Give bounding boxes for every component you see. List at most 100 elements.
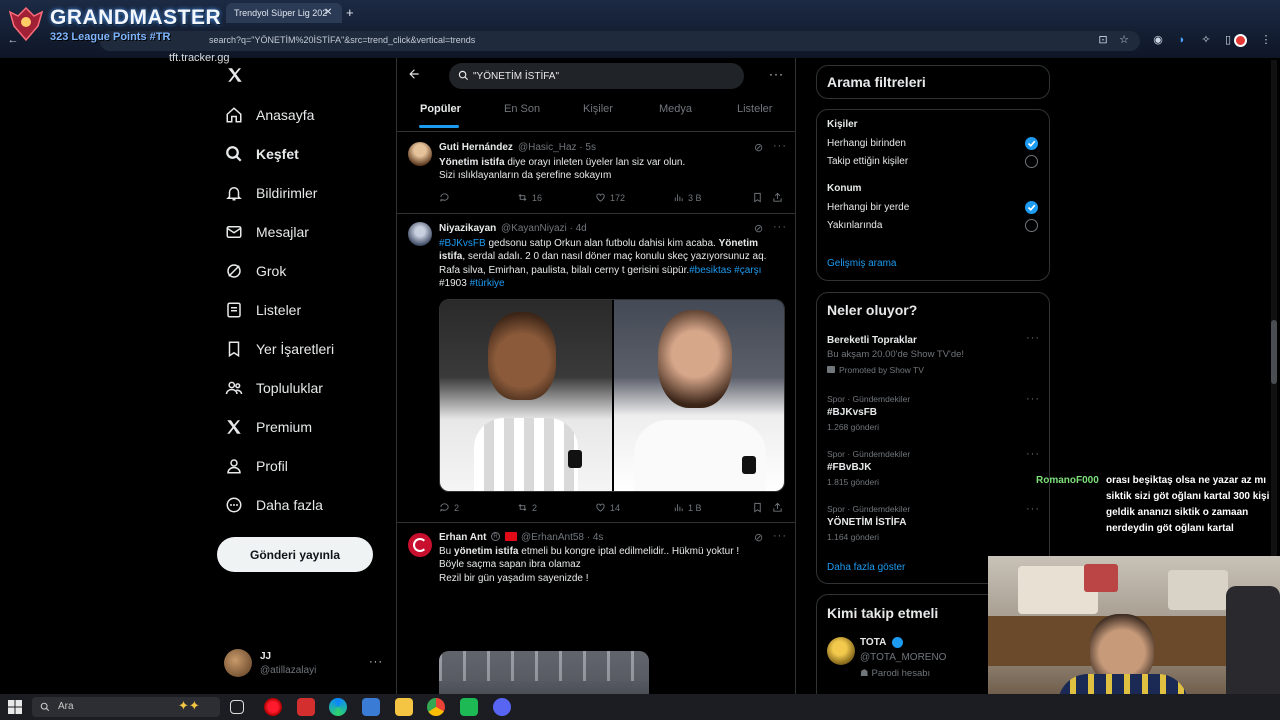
tweet-author-name[interactable]: Erhan Ant xyxy=(439,532,486,543)
hashtag-link[interactable]: #BJKvsFB xyxy=(439,238,486,249)
store-icon[interactable] xyxy=(362,698,380,716)
grok-icon[interactable]: ⊘ xyxy=(754,222,764,235)
suggested-avatar[interactable] xyxy=(827,637,855,665)
trend-more-icon[interactable]: ··· xyxy=(1026,503,1040,515)
show-more-link[interactable]: Daha fazla göster xyxy=(827,562,905,573)
file-explorer-icon[interactable] xyxy=(395,698,413,716)
reply-button[interactable]: 2 xyxy=(439,502,459,513)
sidebar-item-grok[interactable]: Grok xyxy=(224,256,286,286)
hashtag-link[interactable]: #besiktas xyxy=(689,265,731,276)
suggested-handle[interactable]: @TOTA_MORENO xyxy=(860,652,946,663)
tab-people[interactable]: Kişiler xyxy=(583,103,613,115)
share-button[interactable] xyxy=(772,192,783,203)
retweet-button[interactable]: 2 xyxy=(517,502,537,513)
retweet-button[interactable]: 16 xyxy=(517,192,542,203)
tab-close-icon[interactable]: ✕ xyxy=(324,7,332,18)
trend-name[interactable]: #FBvBJK xyxy=(827,462,871,473)
account-avatar[interactable] xyxy=(224,649,252,677)
extension-icon[interactable]: ◉ xyxy=(1151,33,1165,47)
puzzle-icon[interactable]: ✧ xyxy=(1199,33,1213,47)
tab-media[interactable]: Medya xyxy=(659,103,692,115)
x-logo-icon[interactable] xyxy=(226,66,244,84)
opera-browser-icon[interactable] xyxy=(264,698,282,716)
advanced-search-link[interactable]: Gelişmiş arama xyxy=(827,258,896,269)
media-photo[interactable] xyxy=(614,300,784,491)
taskbar-search-input[interactable]: Ara ✦✦ xyxy=(32,697,220,717)
tweet-avatar[interactable] xyxy=(408,533,432,557)
grok-icon[interactable]: ⊘ xyxy=(754,141,764,154)
sidebar-item-list[interactable]: Listeler xyxy=(224,295,301,325)
trend-more-icon[interactable]: ··· xyxy=(1026,332,1040,344)
scrollbar-thumb[interactable] xyxy=(1271,320,1277,384)
new-tab-icon[interactable]: + xyxy=(346,5,354,20)
filter-option-nearby[interactable]: Yakınlarında xyxy=(827,220,882,231)
tweet[interactable]: Guti Hernández @Hasic_Haz · 5s ⊘ ··· Yön… xyxy=(397,132,795,212)
sidebar-item-bell[interactable]: Bildirimler xyxy=(224,178,317,208)
profile-icon[interactable] xyxy=(1234,34,1247,47)
audio-icon[interactable]: ◗ xyxy=(1175,33,1189,47)
radio-checked-icon[interactable] xyxy=(1025,201,1038,214)
tweet-more-icon[interactable]: ··· xyxy=(773,221,787,233)
app-icon-green[interactable] xyxy=(460,698,478,716)
radio-unchecked-icon[interactable] xyxy=(1025,155,1038,168)
views-button[interactable]: 3 B xyxy=(673,192,702,203)
tab-popular[interactable]: Popüler xyxy=(420,103,461,115)
share-button[interactable] xyxy=(772,502,783,513)
media-photo[interactable] xyxy=(440,300,612,491)
tweet[interactable]: Erhan Ant R @ErhanAnt58 · 4s ⊘ ··· Bu yö… xyxy=(397,523,795,694)
sidebar-item-x-logo[interactable]: Premium xyxy=(224,412,312,442)
bookmark-star-icon[interactable]: ☆ xyxy=(1117,33,1131,47)
like-button[interactable]: 172 xyxy=(595,192,625,203)
sidebar-item-people[interactable]: Topluluklar xyxy=(224,373,323,403)
trend-name[interactable]: #BJKvsFB xyxy=(827,407,877,418)
post-button[interactable]: Gönderi yayınla xyxy=(217,537,373,572)
sidebar-item-search[interactable]: Keşfet xyxy=(224,139,299,169)
suggested-name[interactable]: TOTA xyxy=(860,637,886,648)
promoted-trend-name[interactable]: Bereketli Topraklar xyxy=(827,335,917,346)
sidebar-item-mail[interactable]: Mesajlar xyxy=(224,217,309,247)
trend-more-icon[interactable]: ··· xyxy=(1026,393,1040,405)
tab-latest[interactable]: En Son xyxy=(504,103,540,115)
sidebar-item-more-circle[interactable]: Daha fazla xyxy=(224,490,323,520)
radio-unchecked-icon[interactable] xyxy=(1025,219,1038,232)
tweet[interactable]: Niyazikayan @KayanNiyazi · 4d ⊘ ··· #BJK… xyxy=(397,214,795,520)
hashtag-link[interactable]: #türkiye xyxy=(470,278,505,289)
grok-icon[interactable]: ⊘ xyxy=(754,531,764,544)
tweet-author-handle[interactable]: @Hasic_Haz · 5s xyxy=(518,142,596,153)
tweet-more-icon[interactable]: ··· xyxy=(773,140,787,152)
discord-icon[interactable] xyxy=(493,698,511,716)
sidebar-item-person[interactable]: Profil xyxy=(224,451,288,481)
trend-name[interactable]: YÖNETİM İSTİFA xyxy=(827,517,906,528)
tweet-media[interactable] xyxy=(439,651,649,694)
edge-browser-icon[interactable] xyxy=(329,698,347,716)
tweet-avatar[interactable] xyxy=(408,222,432,246)
windows-start-icon[interactable] xyxy=(8,700,22,714)
filter-option-following[interactable]: Takip ettiğin kişiler xyxy=(827,156,908,167)
like-button[interactable]: 14 xyxy=(595,502,620,513)
tweet-author-name[interactable]: Guti Hernández xyxy=(439,142,513,153)
search-input[interactable]: "YÖNETİM İSTİFA" xyxy=(449,63,744,89)
tweet-author-name[interactable]: Niyazikayan xyxy=(439,223,496,234)
bookmark-button[interactable] xyxy=(752,502,763,513)
filter-option-anywhere[interactable]: Herhangi bir yerde xyxy=(827,202,909,213)
address-bar[interactable]: search?q="YÖNETİM%20İSTİFA"&src=trend_cl… xyxy=(100,31,1140,51)
filter-option-anyone[interactable]: Herhangi birinden xyxy=(827,138,906,149)
sidebar-item-home[interactable]: Anasayfa xyxy=(224,100,314,130)
tweet-author-handle[interactable]: @ErhanAnt58 · 4s xyxy=(521,532,603,543)
trend-more-icon[interactable]: ··· xyxy=(1026,448,1040,460)
menu-icon[interactable]: ⋮ xyxy=(1259,33,1273,47)
radio-checked-icon[interactable] xyxy=(1025,137,1038,150)
tweet-media[interactable] xyxy=(439,299,785,492)
views-button[interactable]: 1 B xyxy=(673,502,702,513)
search-options-icon[interactable]: ··· xyxy=(769,67,784,81)
reply-button[interactable] xyxy=(439,192,454,203)
tweet-author-handle[interactable]: @KayanNiyazi · 4d xyxy=(501,223,587,234)
sidebar-icon[interactable]: ▯ xyxy=(1221,33,1235,47)
sidebar-item-bookmark[interactable]: Yer İşaretleri xyxy=(224,334,334,364)
account-more-icon[interactable]: ··· xyxy=(369,656,383,668)
bookmark-button[interactable] xyxy=(752,192,763,203)
task-view-icon[interactable] xyxy=(230,700,244,714)
install-icon[interactable]: ⊡ xyxy=(1096,33,1110,47)
tweet-avatar[interactable] xyxy=(408,142,432,166)
hashtag-link[interactable]: #çarşı xyxy=(734,265,761,276)
